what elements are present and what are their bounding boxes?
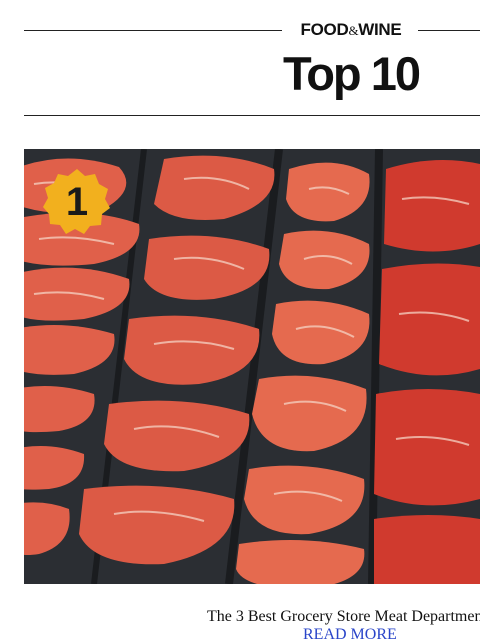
read-more-link[interactable]: READ MORE xyxy=(303,626,397,644)
feature-image[interactable]: 1 xyxy=(24,149,480,584)
header-divider xyxy=(24,115,480,116)
page-title: Top 10 xyxy=(283,47,421,100)
rank-badge: 1 xyxy=(42,167,112,237)
logo-wine: WINE xyxy=(358,20,402,39)
brand-row: FOOD&WINE xyxy=(24,18,480,44)
logo-food: FOOD xyxy=(300,20,349,39)
article-title[interactable]: The 3 Best Grocery Store Meat Departmen xyxy=(207,608,480,626)
divider-left xyxy=(24,30,282,31)
logo-ampersand: & xyxy=(348,23,359,38)
divider-right xyxy=(418,30,480,31)
food-and-wine-logo[interactable]: FOOD&WINE xyxy=(296,20,406,40)
rank-number: 1 xyxy=(65,180,89,224)
